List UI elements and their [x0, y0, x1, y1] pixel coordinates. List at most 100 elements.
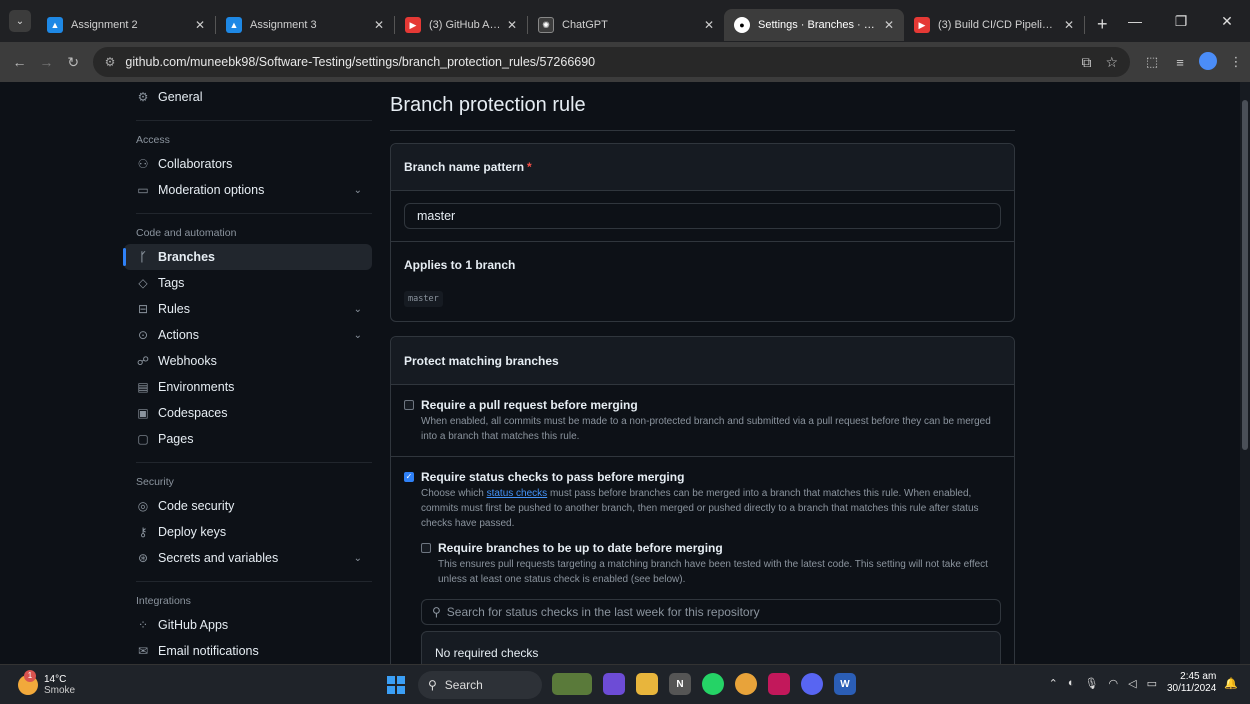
sidebar-item-general[interactable]: ⚙ General — [124, 84, 372, 110]
site-info-icon[interactable]: ⚙ — [105, 55, 116, 69]
word-icon[interactable]: W — [834, 673, 856, 695]
windows-taskbar: 1 14°C Smoke ⚲ Search N W ⌃ ◐ 🎙 ◠ ◁ ▭ 2:… — [0, 664, 1250, 704]
wifi-icon[interactable]: ◠ — [1109, 677, 1119, 690]
browser-tab[interactable]: ▶ (3) GitHub Actions | How t ✕ — [395, 9, 527, 41]
tab-title: Assignment 2 — [71, 19, 138, 31]
require-pr-checkbox[interactable] — [404, 400, 414, 410]
sidebar-item-label: Collaborators — [158, 157, 233, 171]
discord-icon[interactable] — [801, 673, 823, 695]
require-status-checks-checkbox[interactable]: ✓ — [404, 472, 414, 482]
weather-widget[interactable]: 1 14°C Smoke — [18, 669, 138, 696]
status-checks-link[interactable]: status checks — [487, 488, 548, 499]
back-icon[interactable]: ← — [6, 54, 33, 70]
browser-tab[interactable]: ✺ ChatGPT ✕ — [528, 9, 724, 41]
sidebar-item-label: General — [158, 90, 203, 104]
tab-title: (3) GitHub Actions | How t — [429, 19, 501, 31]
clock[interactable]: 2:45 am 30/11/2024 — [1167, 671, 1216, 695]
browser-icon: ▢ — [137, 432, 149, 446]
taskbar-search[interactable]: ⚲ Search — [418, 671, 542, 699]
sidebar-item-branches[interactable]: ᚴ Branches — [123, 244, 372, 270]
close-icon[interactable]: ✕ — [704, 18, 714, 32]
minimize-icon[interactable]: — — [1112, 13, 1158, 29]
url-field[interactable]: ⚙ github.com/muneebk98/Software-Testing/… — [92, 47, 1131, 77]
pattern-label: Branch name pattern — [404, 160, 525, 174]
sidebar-item-collaborators[interactable]: ⚇ Collaborators — [124, 151, 372, 177]
chevron-down-icon: ⌄ — [353, 552, 362, 564]
new-tab-button[interactable]: + — [1097, 14, 1108, 35]
restore-icon[interactable]: ❐ — [1158, 13, 1204, 30]
sidebar-item-deploy-keys[interactable]: ⚷ Deploy keys — [124, 519, 372, 545]
copilot-icon[interactable] — [603, 673, 625, 695]
rule-description: Choose which status checks must pass bef… — [421, 486, 1001, 531]
bookmark-star-icon[interactable]: ☆ — [1105, 54, 1118, 71]
sidebar-item-label: Secrets and variables — [158, 551, 279, 565]
reading-list-icon[interactable]: ≡ — [1166, 55, 1194, 70]
comment-icon: ▭ — [137, 183, 149, 197]
weather-condition: Smoke — [44, 684, 76, 696]
microphone-icon[interactable]: 🎙 — [1085, 677, 1099, 690]
sidebar-item-rules[interactable]: ⊟ Rules ⌄ — [124, 296, 372, 322]
sidebar-item-pages[interactable]: ▢ Pages — [124, 426, 372, 452]
sidebar-item-actions[interactable]: ⊙ Actions ⌄ — [124, 322, 372, 348]
sidebar-item-label: Moderation options — [158, 183, 265, 197]
sidebar-item-code-security[interactable]: ◎ Code security — [124, 493, 372, 519]
sidebar-item-tags[interactable]: ◇ Tags — [124, 270, 372, 296]
forward-icon[interactable]: → — [33, 54, 60, 70]
volume-icon[interactable]: ◁ — [1128, 677, 1136, 690]
sidebar-item-environments[interactable]: ▤ Environments — [124, 374, 372, 400]
chrome-icon[interactable] — [735, 673, 757, 695]
browser-tab[interactable]: ▶ (3) Build CI/CD Pipeline fo ✕ — [904, 9, 1084, 41]
applies-to-label: Applies to 1 branch — [391, 241, 1014, 287]
rule-require-status-checks: ✓ Require status checks to pass before m… — [391, 456, 1014, 664]
reload-icon[interactable]: ↻ — [60, 54, 87, 71]
codescan-icon: ◎ — [137, 499, 149, 513]
browser-tab[interactable]: ▲ Assignment 3 ✕ — [216, 9, 394, 41]
notifications-bell-icon[interactable]: 🔔 — [1224, 677, 1238, 690]
tab-separator — [1084, 16, 1085, 34]
sidebar-item-secrets[interactable]: ⊛ Secrets and variables ⌄ — [124, 545, 372, 571]
file-explorer-icon[interactable] — [636, 673, 658, 695]
install-icon[interactable]: ⧉ — [1081, 54, 1091, 71]
close-icon[interactable]: ✕ — [1064, 18, 1074, 32]
sidebar-item-email-notifications[interactable]: ✉ Email notifications — [124, 638, 372, 664]
date: 30/11/2024 — [1166, 683, 1217, 694]
sidebar-item-webhooks[interactable]: ☍ Webhooks — [124, 348, 372, 374]
page-scrollbar[interactable] — [1240, 82, 1250, 664]
sidebar-item-moderation[interactable]: ▭ Moderation options ⌄ — [124, 177, 372, 203]
browser-tab-active[interactable]: ● Settings · Branches · Branch ✕ — [724, 9, 904, 41]
chevron-down-icon: ⌄ — [353, 329, 362, 341]
profile-avatar[interactable] — [1194, 51, 1222, 73]
close-window-icon[interactable]: ✕ — [1204, 13, 1250, 30]
sidebar-item-codespaces[interactable]: ▣ Codespaces — [124, 400, 372, 426]
scrollbar-thumb[interactable] — [1242, 100, 1248, 450]
whatsapp-icon[interactable] — [702, 673, 724, 695]
widgets-icon[interactable] — [552, 673, 592, 695]
extensions-icon[interactable]: ⬚ — [1138, 54, 1166, 70]
time: 2:45 am — [1180, 671, 1217, 682]
sidebar-item-label: Email notifications — [158, 644, 259, 658]
windows-start-icon[interactable] — [387, 676, 405, 694]
chevron-up-icon[interactable]: ⌃ — [1049, 677, 1058, 690]
close-icon[interactable]: ✕ — [195, 18, 205, 32]
menu-kebab-icon[interactable]: ⋮ — [1222, 54, 1250, 70]
close-icon[interactable]: ✕ — [884, 18, 894, 32]
close-icon[interactable]: ✕ — [374, 18, 384, 32]
status-check-search-input[interactable]: ⚲ Search for status checks in the last w… — [421, 599, 1001, 625]
tab-search-button[interactable]: ⌄ — [9, 10, 31, 32]
app-icon[interactable] — [768, 673, 790, 695]
sidebar-item-github-apps[interactable]: ⁘ GitHub Apps — [124, 612, 372, 638]
sidebar-heading: Access — [136, 134, 170, 146]
chevron-down-icon: ⌄ — [353, 184, 362, 196]
notion-icon[interactable]: N — [669, 673, 691, 695]
page-content: ⚙ General Access ⚇ Collaborators ▭ Moder… — [0, 82, 1250, 664]
sidebar-item-label: Codespaces — [158, 406, 228, 420]
battery-icon[interactable]: ▭ — [1147, 677, 1157, 690]
app-tray-icon[interactable]: ◐ — [1068, 677, 1075, 689]
branch-pattern-input[interactable]: master — [404, 203, 1001, 229]
close-icon[interactable]: ✕ — [507, 18, 517, 32]
divider — [136, 120, 372, 121]
require-up-to-date-checkbox[interactable] — [421, 543, 431, 553]
browser-tab[interactable]: ▲ Assignment 2 ✕ — [37, 9, 215, 41]
rule-description: When enabled, all commits must be made t… — [421, 416, 991, 442]
rule-title: Require branches to be up to date before… — [438, 541, 723, 555]
